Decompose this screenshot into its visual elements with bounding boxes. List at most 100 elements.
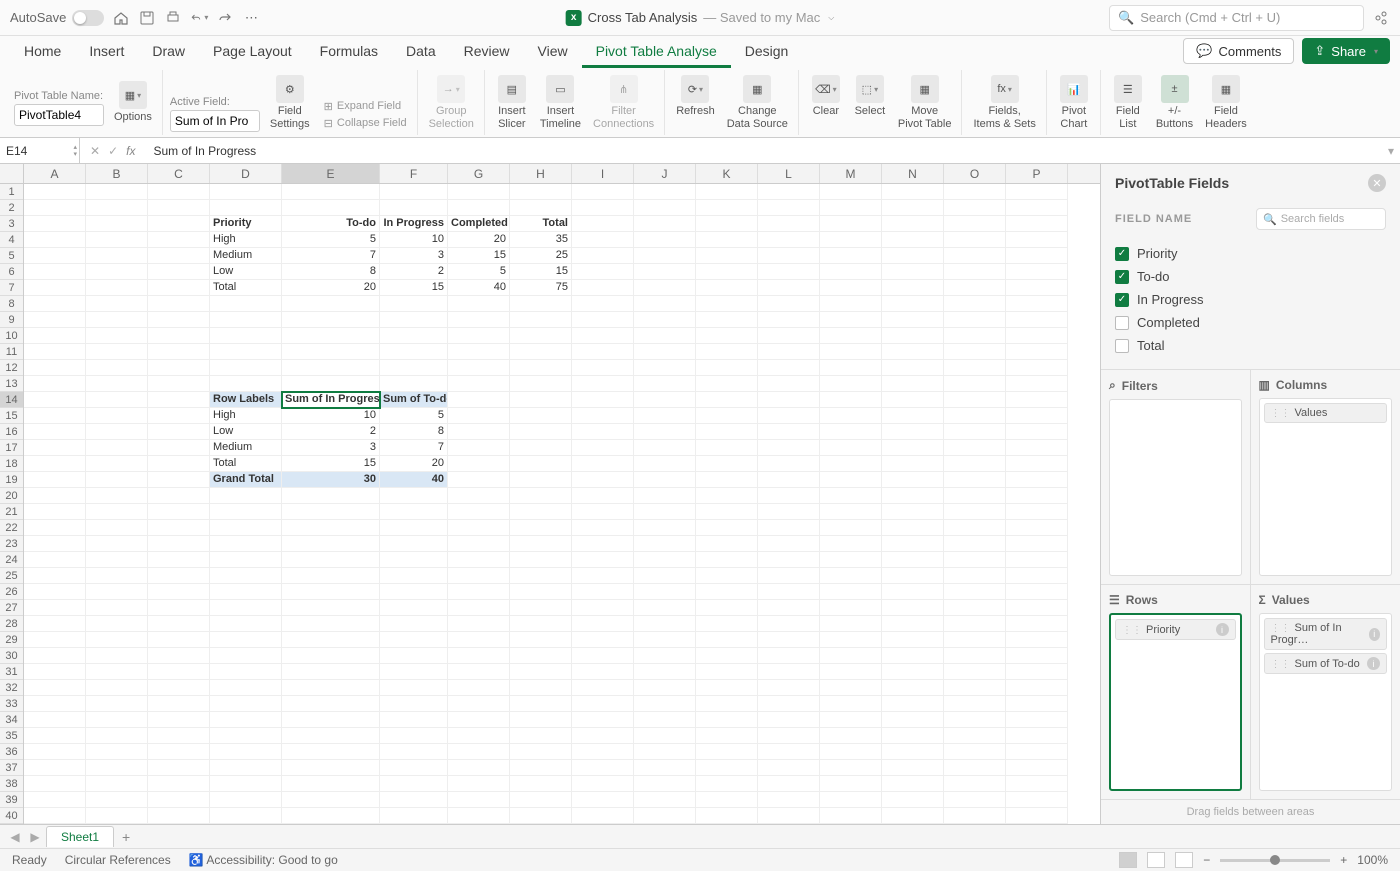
- cell-E4[interactable]: 5: [282, 232, 380, 248]
- cell-O38[interactable]: [944, 776, 1006, 792]
- cell-O30[interactable]: [944, 648, 1006, 664]
- cell-L24[interactable]: [758, 552, 820, 568]
- row-header-9[interactable]: 9: [0, 312, 23, 328]
- cell-E35[interactable]: [282, 728, 380, 744]
- row-header-11[interactable]: 11: [0, 344, 23, 360]
- cell-I23[interactable]: [572, 536, 634, 552]
- cell-C7[interactable]: [148, 280, 210, 296]
- cell-F9[interactable]: [380, 312, 448, 328]
- cell-B28[interactable]: [86, 616, 148, 632]
- row-header-24[interactable]: 24: [0, 552, 23, 568]
- cell-N8[interactable]: [882, 296, 944, 312]
- cell-M20[interactable]: [820, 488, 882, 504]
- cell-E25[interactable]: [282, 568, 380, 584]
- cell-A21[interactable]: [24, 504, 86, 520]
- cell-B3[interactable]: [86, 216, 148, 232]
- cell-G26[interactable]: [448, 584, 510, 600]
- cell-K3[interactable]: [696, 216, 758, 232]
- cell-M14[interactable]: [820, 392, 882, 408]
- cell-C33[interactable]: [148, 696, 210, 712]
- field-list-button[interactable]: ☰Field List: [1108, 73, 1148, 131]
- cell-D1[interactable]: [210, 184, 282, 200]
- cell-E18[interactable]: 15: [282, 456, 380, 472]
- cell-P3[interactable]: [1006, 216, 1068, 232]
- cell-P2[interactable]: [1006, 200, 1068, 216]
- cell-C31[interactable]: [148, 664, 210, 680]
- cell-L7[interactable]: [758, 280, 820, 296]
- cell-A5[interactable]: [24, 248, 86, 264]
- cell-K33[interactable]: [696, 696, 758, 712]
- cell-G5[interactable]: 15: [448, 248, 510, 264]
- cell-C38[interactable]: [148, 776, 210, 792]
- row-header-18[interactable]: 18: [0, 456, 23, 472]
- cell-H36[interactable]: [510, 744, 572, 760]
- cell-M40[interactable]: [820, 808, 882, 824]
- cell-N14[interactable]: [882, 392, 944, 408]
- cell-B24[interactable]: [86, 552, 148, 568]
- cell-B20[interactable]: [86, 488, 148, 504]
- cell-M35[interactable]: [820, 728, 882, 744]
- cell-E2[interactable]: [282, 200, 380, 216]
- cell-P20[interactable]: [1006, 488, 1068, 504]
- cell-I14[interactable]: [572, 392, 634, 408]
- row-header-1[interactable]: 1: [0, 184, 23, 200]
- sheet-tab-1[interactable]: Sheet1: [46, 826, 114, 847]
- cell-K2[interactable]: [696, 200, 758, 216]
- cell-N21[interactable]: [882, 504, 944, 520]
- field-in-progress[interactable]: In Progress: [1115, 288, 1386, 311]
- cell-G18[interactable]: [448, 456, 510, 472]
- cell-K5[interactable]: [696, 248, 758, 264]
- cell-A40[interactable]: [24, 808, 86, 824]
- cell-G4[interactable]: 20: [448, 232, 510, 248]
- cell-P9[interactable]: [1006, 312, 1068, 328]
- cell-C29[interactable]: [148, 632, 210, 648]
- cell-O7[interactable]: [944, 280, 1006, 296]
- cell-O20[interactable]: [944, 488, 1006, 504]
- cell-H3[interactable]: Total: [510, 216, 572, 232]
- cell-K28[interactable]: [696, 616, 758, 632]
- cell-A18[interactable]: [24, 456, 86, 472]
- cell-A39[interactable]: [24, 792, 86, 808]
- col-header-K[interactable]: K: [696, 164, 758, 183]
- cell-D27[interactable]: [210, 600, 282, 616]
- cell-B22[interactable]: [86, 520, 148, 536]
- cell-J11[interactable]: [634, 344, 696, 360]
- cell-G8[interactable]: [448, 296, 510, 312]
- cell-H13[interactable]: [510, 376, 572, 392]
- cell-I10[interactable]: [572, 328, 634, 344]
- cell-A9[interactable]: [24, 312, 86, 328]
- cell-H39[interactable]: [510, 792, 572, 808]
- cell-M2[interactable]: [820, 200, 882, 216]
- cell-D14[interactable]: Row Labels▾: [210, 392, 282, 408]
- cell-J17[interactable]: [634, 440, 696, 456]
- cell-J22[interactable]: [634, 520, 696, 536]
- cell-M30[interactable]: [820, 648, 882, 664]
- cell-F15[interactable]: 5: [380, 408, 448, 424]
- cell-C6[interactable]: [148, 264, 210, 280]
- columns-area[interactable]: ▥Columns ⋮⋮Values: [1251, 370, 1400, 585]
- cell-A35[interactable]: [24, 728, 86, 744]
- cell-P22[interactable]: [1006, 520, 1068, 536]
- row-header-25[interactable]: 25: [0, 568, 23, 584]
- cell-C20[interactable]: [148, 488, 210, 504]
- cell-N24[interactable]: [882, 552, 944, 568]
- cell-D11[interactable]: [210, 344, 282, 360]
- cell-C15[interactable]: [148, 408, 210, 424]
- cell-E29[interactable]: [282, 632, 380, 648]
- cell-O37[interactable]: [944, 760, 1006, 776]
- cell-A27[interactable]: [24, 600, 86, 616]
- formula-input[interactable]: Sum of In Progress: [145, 144, 1382, 158]
- cell-J21[interactable]: [634, 504, 696, 520]
- cell-N15[interactable]: [882, 408, 944, 424]
- cell-B31[interactable]: [86, 664, 148, 680]
- cell-A33[interactable]: [24, 696, 86, 712]
- refresh-button[interactable]: ⟳▾Refresh: [672, 73, 719, 119]
- cell-K18[interactable]: [696, 456, 758, 472]
- zoom-slider[interactable]: [1220, 859, 1330, 862]
- cell-F38[interactable]: [380, 776, 448, 792]
- fx-icon[interactable]: fx: [126, 144, 135, 158]
- pm-buttons-button[interactable]: ±+/- Buttons: [1152, 73, 1197, 131]
- cell-L22[interactable]: [758, 520, 820, 536]
- cell-A22[interactable]: [24, 520, 86, 536]
- cell-P6[interactable]: [1006, 264, 1068, 280]
